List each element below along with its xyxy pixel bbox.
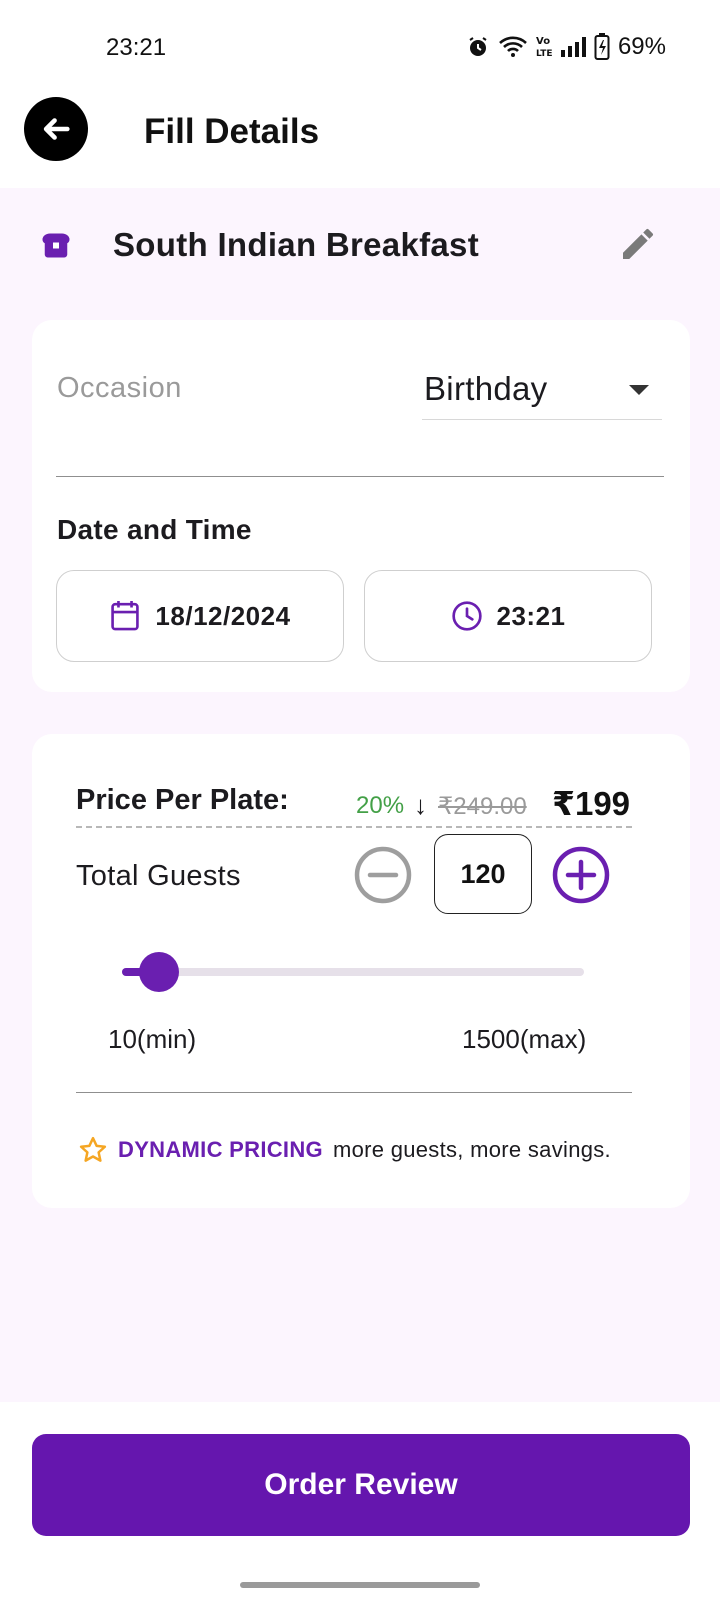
time-picker-button[interactable]: 23:21	[364, 570, 652, 662]
back-button[interactable]	[24, 97, 88, 161]
divider	[56, 476, 664, 477]
occasion-label: Occasion	[57, 372, 182, 404]
increment-guests-button[interactable]	[552, 846, 610, 909]
pencil-icon[interactable]	[618, 224, 658, 269]
original-price: ₹249.00	[438, 793, 527, 820]
total-guests-label: Total Guests	[76, 860, 241, 892]
price-per-plate-label: Price Per Plate:	[76, 784, 289, 816]
bread-icon	[38, 226, 74, 267]
time-value: 23:21	[496, 600, 566, 631]
calendar-icon	[111, 600, 140, 631]
discounted-price: ₹199	[552, 785, 631, 822]
date-time-title: Date and Time	[57, 514, 252, 545]
minus-circle-icon	[354, 846, 412, 904]
order-review-button[interactable]: Order Review	[32, 1434, 690, 1536]
date-picker-button[interactable]: 18/12/2024	[56, 570, 344, 662]
date-value: 18/12/2024	[155, 600, 291, 631]
svg-text:Vo: Vo	[536, 36, 550, 47]
occasion-value: Birthday	[424, 370, 548, 407]
page-title: Fill Details	[144, 112, 320, 151]
signal-icon	[560, 36, 586, 58]
dynamic-pricing-note: DYNAMIC PRICING more guests, more saving…	[78, 1132, 611, 1168]
wifi-icon	[498, 35, 528, 59]
max-guests-label: 1500(max)	[462, 1024, 587, 1054]
volte-icon: Vo LTE	[536, 34, 552, 60]
event-details-card: Occasion Birthday Date and Time 18/12/20…	[32, 320, 690, 692]
battery-level: 69%	[617, 33, 666, 60]
app-bar: Fill Details	[0, 96, 720, 188]
status-icons: Vo LTE 69%	[466, 32, 666, 62]
star-icon	[79, 1136, 107, 1162]
svg-text:LTE: LTE	[536, 49, 552, 59]
guest-slider[interactable]	[122, 952, 584, 992]
min-guests-label: 10(min)	[108, 1024, 197, 1054]
dynamic-pricing-text: more guests, more savings.	[332, 1137, 611, 1162]
content-area: South Indian Breakfast Occasion Birthday…	[0, 188, 720, 1402]
dashed-divider	[76, 826, 632, 828]
caret-down-icon	[629, 385, 649, 395]
clock-icon	[451, 601, 482, 631]
home-indicator[interactable]	[240, 1582, 480, 1588]
status-bar: 23:21 Vo LTE 69%	[0, 0, 720, 96]
divider	[76, 1092, 632, 1093]
plus-circle-icon	[552, 846, 610, 904]
occasion-dropdown[interactable]: Birthday	[422, 360, 662, 420]
pricing-card: Price Per Plate: 20% ↓ ₹249.00 ₹199 Tota…	[32, 734, 690, 1208]
slider-thumb[interactable]	[138, 952, 179, 992]
dynamic-pricing-label: DYNAMIC PRICING	[118, 1137, 323, 1162]
arrow-left-icon	[43, 118, 70, 140]
guest-count-field[interactable]: 120	[434, 834, 532, 914]
item-title: South Indian Breakfast	[113, 226, 479, 263]
bottom-bar: Order Review	[0, 1402, 720, 1600]
discount-percent: 20%	[356, 792, 405, 819]
decrement-guests-button[interactable]	[354, 846, 412, 909]
alarm-icon	[466, 35, 490, 59]
status-time: 23:21	[106, 34, 167, 61]
battery-icon	[594, 33, 610, 61]
down-arrow-icon: ↓	[414, 790, 427, 820]
